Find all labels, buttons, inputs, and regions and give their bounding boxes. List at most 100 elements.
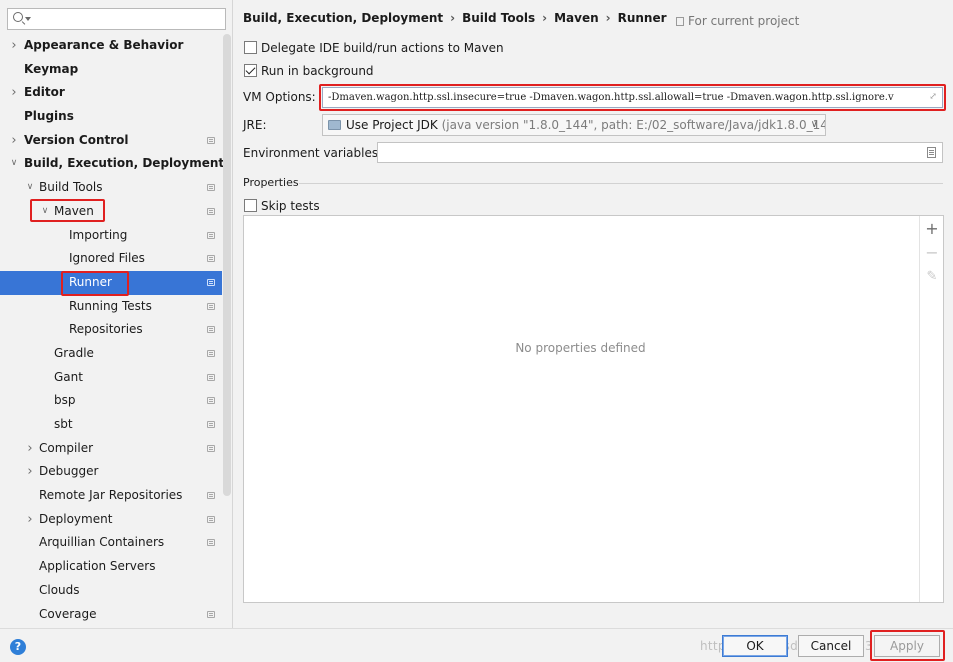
- add-icon[interactable]: +: [920, 218, 944, 240]
- environment-variables-label: Environment variables:: [243, 146, 383, 160]
- browse-document-icon[interactable]: [927, 147, 936, 158]
- edit-pencil-icon[interactable]: ✎: [920, 266, 944, 288]
- tree-item[interactable]: Keymap: [0, 58, 222, 82]
- jre-select-value: Use Project JDK: [346, 118, 438, 132]
- project-scope-icon: [207, 302, 215, 310]
- tree-item-label: Plugins: [24, 109, 74, 124]
- apply-button[interactable]: Apply: [874, 635, 940, 657]
- breadcrumb-item[interactable]: Build, Execution, Deployment: [243, 11, 443, 25]
- jre-select-detail: (java version "1.8.0_144", path: E:/02_s…: [441, 118, 826, 132]
- tree-item[interactable]: Coverage: [0, 603, 222, 627]
- chevron-down-icon[interactable]: ∨: [9, 152, 19, 176]
- scope-indicator: For current project: [676, 14, 799, 28]
- section-divider: [299, 183, 943, 184]
- breadcrumb-item[interactable]: Maven: [554, 11, 599, 25]
- tree-item[interactable]: Arquillian Containers: [0, 531, 222, 555]
- tree-item[interactable]: › Appearance & Behavior: [0, 34, 222, 58]
- project-scope-icon: [207, 326, 215, 334]
- tree-item[interactable]: › Deployment: [0, 508, 222, 532]
- delegate-to-maven-checkbox[interactable]: [244, 41, 257, 54]
- project-scope-icon: [207, 397, 215, 405]
- tree-item[interactable]: Running Tests: [0, 295, 222, 319]
- project-scope-icon: [207, 231, 215, 239]
- skip-tests-checkbox[interactable]: [244, 199, 257, 212]
- chevron-down-icon[interactable]: ∨: [40, 200, 50, 224]
- empty-properties-message: No properties defined: [515, 341, 646, 355]
- chevron-right-icon[interactable]: ›: [9, 34, 19, 58]
- chevron-right-icon[interactable]: ›: [9, 81, 19, 105]
- tree-item-label: Repositories: [69, 322, 143, 337]
- remove-icon[interactable]: −: [920, 242, 944, 264]
- project-scope-icon: [207, 184, 215, 192]
- project-scope-icon: [207, 136, 215, 144]
- tree-item[interactable]: ∨ Build Tools: [0, 176, 222, 200]
- tree-item-label: Application Servers: [39, 559, 156, 574]
- breadcrumb-separator: ›: [542, 11, 548, 25]
- vm-options-label: VM Options:: [243, 90, 316, 104]
- chevron-down-icon[interactable]: ∨: [25, 176, 35, 200]
- tree-item-label: Version Control: [24, 132, 129, 147]
- tree-item[interactable]: bsp: [0, 389, 222, 413]
- tree-item[interactable]: Clouds: [0, 579, 222, 603]
- tree-item[interactable]: Repositories: [0, 318, 222, 342]
- tree-item-label: Maven: [54, 203, 94, 218]
- tree-item-label: Coverage: [39, 606, 97, 621]
- ok-button[interactable]: OK: [722, 635, 788, 657]
- project-scope-icon: [207, 539, 215, 547]
- tree-item[interactable]: Plugins: [0, 105, 222, 129]
- settings-sidebar: › Appearance & Behavior Keymap › Editor Plugi…: [0, 0, 233, 628]
- delegate-to-maven-checkbox-row[interactable]: Delegate IDE build/run actions to Maven: [244, 41, 504, 55]
- properties-section-title: Properties: [243, 176, 299, 189]
- run-in-background-label[interactable]: Run in background: [261, 64, 374, 78]
- settings-tree: › Appearance & Behavior Keymap › Editor Plugi…: [0, 34, 224, 627]
- cancel-button[interactable]: Cancel: [798, 635, 864, 657]
- settings-search-input[interactable]: [7, 8, 226, 30]
- help-button[interactable]: ?: [10, 639, 26, 655]
- vm-options-input[interactable]: -Dmaven.wagon.http.ssl.insecure=true -Dm…: [322, 87, 943, 108]
- breadcrumb-item: Runner: [617, 11, 667, 25]
- tree-item[interactable]: Gradle: [0, 342, 222, 366]
- chevron-right-icon[interactable]: ›: [9, 129, 19, 153]
- tree-item-label: Gant: [54, 369, 83, 384]
- search-icon: [13, 12, 23, 22]
- project-scope-icon: [207, 421, 215, 428]
- tree-item-label: Runner: [69, 274, 112, 289]
- properties-table[interactable]: No properties defined + − ✎: [243, 215, 944, 603]
- tree-item[interactable]: ∨ Build, Execution, Deployment: [0, 152, 224, 176]
- skip-tests-checkbox-row[interactable]: Skip tests: [244, 199, 320, 213]
- tree-item[interactable]: › Compiler: [0, 437, 222, 461]
- tree-item[interactable]: › Version Control: [0, 129, 222, 153]
- environment-variables-input[interactable]: [377, 142, 943, 163]
- jre-select[interactable]: Use Project JDK (java version "1.8.0_144…: [322, 114, 826, 136]
- tree-item[interactable]: › Debugger: [0, 460, 222, 484]
- tree-item[interactable]: › Editor: [0, 81, 222, 105]
- tree-item[interactable]: Runner: [0, 270, 222, 295]
- run-in-background-checkbox[interactable]: [244, 64, 257, 77]
- chevron-right-icon[interactable]: ›: [25, 508, 35, 532]
- project-scope-icon: [207, 373, 215, 381]
- chevron-down-icon: ∨: [810, 119, 818, 130]
- sidebar-scrollbar[interactable]: [223, 34, 231, 496]
- project-scope-icon: [207, 278, 215, 286]
- tree-item[interactable]: Ignored Files: [0, 247, 222, 271]
- tree-item-label: Build Tools: [39, 180, 103, 195]
- tree-item[interactable]: sbt: [0, 413, 222, 437]
- tree-item-label: Compiler: [39, 440, 94, 455]
- project-scope-icon: [207, 207, 215, 215]
- breadcrumb-item[interactable]: Build Tools: [462, 11, 535, 25]
- project-scope-icon: [207, 610, 215, 618]
- chevron-right-icon[interactable]: ›: [25, 437, 35, 461]
- delegate-to-maven-label[interactable]: Delegate IDE build/run actions to Maven: [261, 41, 504, 55]
- expand-icon[interactable]: ⤢: [928, 92, 938, 102]
- chevron-right-icon[interactable]: ›: [25, 460, 35, 484]
- tree-item-label: Editor: [24, 85, 65, 100]
- tree-item[interactable]: Application Servers: [0, 555, 222, 579]
- skip-tests-label[interactable]: Skip tests: [261, 199, 320, 213]
- tree-item[interactable]: ∨ Maven: [0, 200, 222, 224]
- tree-item[interactable]: Gant: [0, 366, 222, 390]
- project-scope-icon: [207, 349, 215, 357]
- project-scope-icon: [207, 515, 215, 523]
- run-in-background-checkbox-row[interactable]: Run in background: [244, 64, 374, 78]
- tree-item[interactable]: Remote Jar Repositories: [0, 484, 222, 508]
- tree-item[interactable]: Importing: [0, 224, 222, 248]
